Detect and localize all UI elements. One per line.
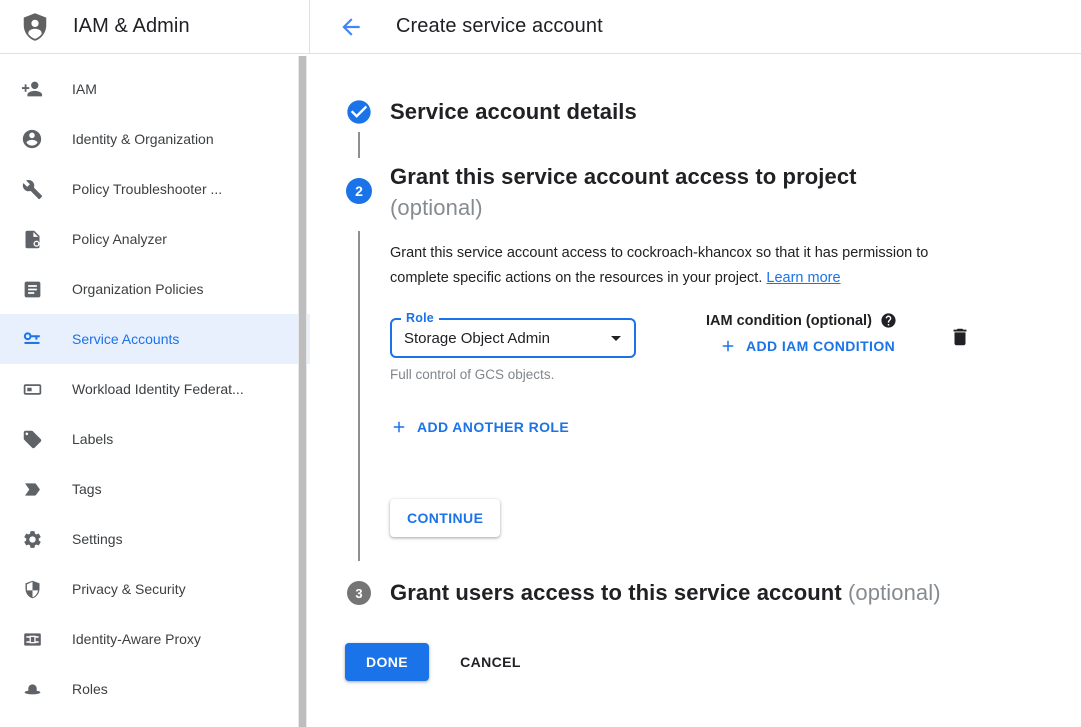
step2-title: Grant this service account access to pro… — [390, 161, 857, 223]
step1-title: Service account details — [390, 98, 637, 126]
role-helper-text: Full control of GCS objects. — [390, 367, 636, 382]
sidebar-item-identity-aware-proxy[interactable]: Identity-Aware Proxy — [0, 614, 310, 664]
step2-optional-label: (optional) — [390, 195, 483, 220]
sidebar-item-label: IAM — [72, 81, 97, 97]
step1-row: Service account details — [310, 98, 1081, 126]
role-selected-value: Storage Object Admin — [404, 330, 604, 347]
step-rail-line — [310, 223, 390, 569]
sidebar-item-label: Labels — [72, 431, 113, 447]
sidebar-item-label: Policy Analyzer — [72, 231, 167, 247]
back-button[interactable] — [336, 12, 366, 42]
sidebar-item-label: Service Accounts — [72, 331, 179, 347]
step2-number-badge: 2 — [346, 178, 372, 204]
step1-complete-check-icon — [345, 98, 390, 126]
sidebar-item-policy-troubleshooter[interactable]: Policy Troubleshooter ... — [0, 164, 310, 214]
page-title: Create service account — [396, 15, 603, 38]
sidebar-item-label: Settings — [72, 531, 123, 547]
sidebar-item-label: Privacy & Security — [72, 581, 186, 597]
add-iam-condition-button[interactable]: ADD IAM CONDITION — [719, 337, 895, 355]
person-add-icon — [20, 77, 44, 101]
sidebar-item-tags[interactable]: Tags — [0, 464, 310, 514]
hat-icon — [20, 677, 44, 701]
create-service-account-form: Service account details 2 Grant this ser… — [310, 54, 1081, 727]
sidebar-item-iam[interactable]: IAM — [0, 64, 310, 114]
role-select[interactable]: Role Storage Object Admin — [390, 318, 636, 358]
step-connector-line — [358, 132, 360, 158]
iam-admin-shield-logo-icon — [20, 12, 50, 42]
step2-description: Grant this service account access to coc… — [390, 241, 976, 291]
iam-condition-block: IAM condition (optional) — [706, 312, 897, 355]
wrench-icon — [20, 177, 44, 201]
sidebar: IAM Identity & Organization Policy Troub… — [0, 54, 310, 727]
sidebar-item-label: Roles — [72, 681, 108, 697]
document-lines-icon — [20, 277, 44, 301]
id-card-icon — [20, 377, 44, 401]
help-icon — [880, 312, 897, 329]
add-another-role-button[interactable]: ADD ANOTHER ROLE — [390, 418, 569, 436]
form-footer: DONE CANCEL — [345, 643, 1081, 681]
shield-half-icon — [20, 577, 44, 601]
sidebar-scrollbar[interactable] — [298, 56, 307, 727]
gear-icon — [20, 527, 44, 551]
step3-row: 3 Grant users access to this service acc… — [310, 579, 1081, 607]
dropdown-caret-icon — [604, 326, 628, 350]
cancel-button[interactable]: CANCEL — [460, 654, 521, 670]
step2-body: Grant this service account access to coc… — [310, 223, 1081, 569]
step3-optional-label: (optional) — [848, 580, 941, 605]
step3-title: Grant users access to this service accou… — [390, 579, 941, 607]
sidebar-item-identity-organization[interactable]: Identity & Organization — [0, 114, 310, 164]
service-account-key-icon — [20, 327, 44, 351]
iam-admin-app: IAM & Admin Create service account IAM — [0, 0, 1081, 727]
continue-button[interactable]: CONTINUE — [390, 499, 500, 537]
role-field-label: Role — [401, 311, 439, 325]
plus-icon — [390, 418, 408, 436]
plus-icon — [719, 337, 737, 355]
step2-row: 2 Grant this service account access to p… — [310, 164, 1081, 223]
iam-condition-label: IAM condition (optional) — [706, 313, 872, 329]
sidebar-item-label: Identity-Aware Proxy — [72, 631, 201, 647]
account-circle-icon — [20, 127, 44, 151]
page-header: Create service account — [310, 0, 1081, 53]
sidebar-item-label: Workload Identity Federat... — [72, 381, 244, 397]
sidebar-item-workload-identity-federation[interactable]: Workload Identity Federat... — [0, 364, 310, 414]
proxy-icon — [20, 627, 44, 651]
product-title: IAM & Admin — [73, 15, 190, 38]
delete-role-button[interactable] — [949, 326, 971, 348]
sidebar-item-label: Policy Troubleshooter ... — [72, 181, 222, 197]
sidebar-item-label: Identity & Organization — [72, 131, 214, 147]
product-header: IAM & Admin — [0, 0, 310, 53]
sidebar-item-policy-analyzer[interactable]: Policy Analyzer — [0, 214, 310, 264]
help-button[interactable] — [880, 312, 897, 329]
policy-analyzer-icon — [20, 227, 44, 251]
sidebar-item-label: Organization Policies — [72, 281, 204, 297]
sidebar-item-settings[interactable]: Settings — [0, 514, 310, 564]
sidebar-item-organization-policies[interactable]: Organization Policies — [0, 264, 310, 314]
done-button[interactable]: DONE — [345, 643, 429, 681]
sidebar-item-service-accounts[interactable]: Service Accounts — [0, 314, 310, 364]
tag-icon — [20, 427, 44, 451]
sidebar-item-labels[interactable]: Labels — [0, 414, 310, 464]
app-header: IAM & Admin Create service account — [0, 0, 1081, 54]
label-important-icon — [20, 477, 44, 501]
trash-icon — [949, 326, 971, 348]
step3-number-badge: 3 — [347, 581, 371, 605]
sidebar-item-roles[interactable]: Roles — [0, 664, 310, 714]
sidebar-item-privacy-security[interactable]: Privacy & Security — [0, 564, 310, 614]
learn-more-link[interactable]: Learn more — [766, 270, 840, 286]
back-arrow-icon — [338, 14, 364, 40]
sidebar-item-label: Tags — [72, 481, 102, 497]
